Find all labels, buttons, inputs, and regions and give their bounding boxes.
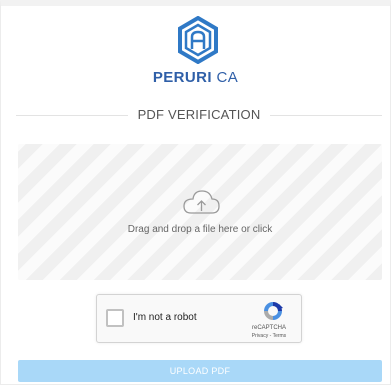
cloud-upload-icon bbox=[183, 190, 220, 214]
peruri-hexagon-logo-icon bbox=[178, 16, 218, 64]
recaptcha-brand: reCAPTCHA bbox=[251, 325, 286, 331]
recaptcha-terms-link[interactable]: Terms bbox=[273, 333, 287, 339]
divider-right bbox=[270, 115, 382, 116]
brand-name-suffix: CA bbox=[216, 69, 239, 86]
brand-name-main: PERURI bbox=[152, 69, 212, 86]
recaptcha-logo-icon bbox=[264, 302, 283, 320]
dropzone-text: Drag and drop a file here or click bbox=[127, 224, 273, 235]
recaptcha-links: Privacy - Terms bbox=[237, 333, 301, 339]
recaptcha-label: I'm not a robot bbox=[133, 312, 197, 323]
upload-pdf-button[interactable]: UPLOAD PDF bbox=[18, 360, 382, 382]
section-header: PDF VERIFICATION bbox=[16, 105, 382, 125]
file-dropzone[interactable]: Drag and drop a file here or click bbox=[18, 144, 382, 280]
recaptcha-widget: I'm not a robot reCAPTCHA Privacy - Term… bbox=[96, 294, 302, 343]
recaptcha-checkbox[interactable] bbox=[106, 309, 124, 327]
brand-name: PERURI CA bbox=[0, 69, 391, 86]
recaptcha-privacy-link[interactable]: Privacy bbox=[252, 333, 268, 339]
